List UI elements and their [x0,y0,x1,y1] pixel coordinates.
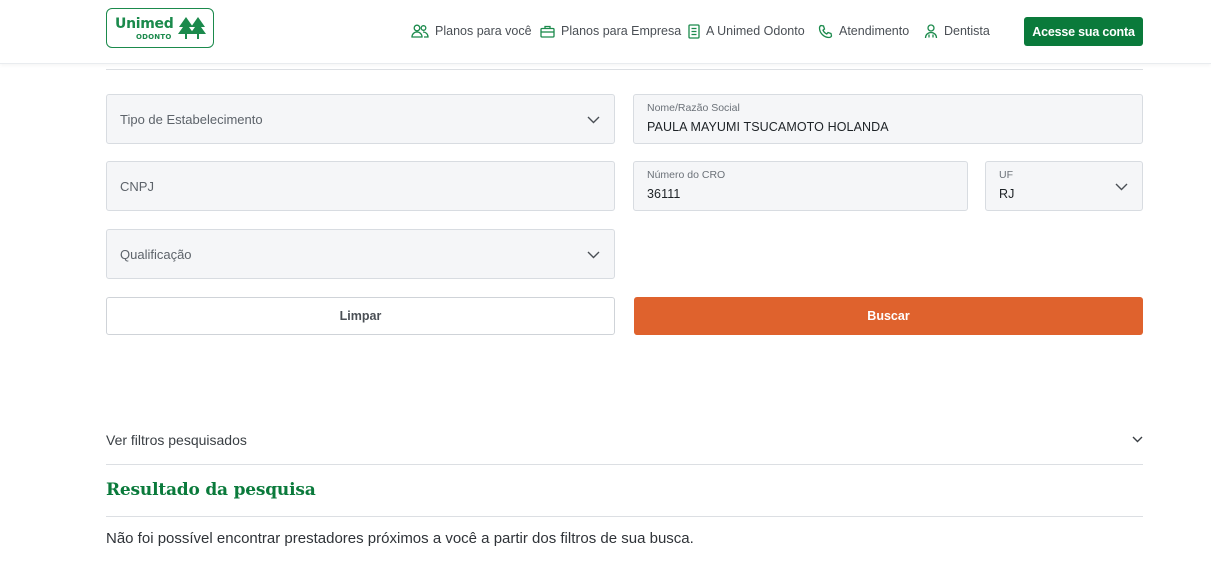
view-filters-label: Ver filtros pesquisados [106,432,247,448]
nav-atendimento[interactable]: Atendimento [818,22,909,40]
view-filters-toggle[interactable]: Ver filtros pesquisados [106,428,1143,452]
establishment-type-placeholder: Tipo de Estabelecimento [120,112,263,127]
site-header: Unimed ODONTO Planos para você Planos pa… [0,0,1211,64]
chevron-down-icon [1115,183,1128,191]
phone-icon [818,24,833,38]
results-title: Resultado da pesquisa [106,480,316,500]
logo-brand-text: Unimed [115,16,174,32]
section-divider [106,516,1143,517]
cnpj-field[interactable]: CNPJ [106,161,615,211]
section-divider [106,464,1143,465]
nav-dentista[interactable]: Dentista [924,22,990,40]
nav-a-unimed-odonto[interactable]: A Unimed Odonto [688,22,805,40]
name-field[interactable]: Nome/Razão Social PAULA MAYUMI TSUCAMOTO… [633,94,1143,144]
nav-label: Atendimento [839,24,910,38]
uf-select[interactable]: UF RJ [985,161,1143,211]
name-field-value: PAULA MAYUMI TSUCAMOTO HOLANDA [647,120,889,134]
cnpj-placeholder: CNPJ [120,179,154,194]
uf-field-value: RJ [999,187,1015,201]
nav-label: A Unimed Odonto [706,24,805,38]
chevron-down-icon [587,251,600,259]
section-divider [106,69,1143,70]
qualification-select[interactable]: Qualificação [106,229,615,279]
dentist-icon [924,23,938,38]
nav-planos-empresa[interactable]: Planos para Empresa [540,22,681,40]
uf-field-label: UF [999,169,1013,181]
establishment-type-select[interactable]: Tipo de Estabelecimento [106,94,615,144]
chevron-down-icon [587,116,600,124]
pine-trees-icon [178,17,206,39]
nav-label: Planos para Empresa [561,24,682,38]
nav-planos-voce[interactable]: Planos para você [411,22,532,40]
cro-number-field[interactable]: Número do CRO 36111 [633,161,968,211]
nav-label: Planos para você [435,24,532,38]
access-account-button[interactable]: Acesse sua conta [1024,17,1143,46]
logo-sub-text: ODONTO [136,33,172,41]
people-icon [411,24,429,38]
briefcase-icon [540,25,555,38]
name-field-label: Nome/Razão Social [647,102,740,114]
no-results-message: Não foi possível encontrar prestadores p… [106,530,694,547]
nav-label: Dentista [944,24,990,38]
cro-field-label: Número do CRO [647,169,726,181]
unimed-odonto-logo[interactable]: Unimed ODONTO [106,8,214,48]
search-button[interactable]: Buscar [634,297,1143,335]
document-icon [688,23,700,39]
chevron-down-icon [1132,436,1143,443]
clear-button[interactable]: Limpar [106,297,615,335]
cro-field-value: 36111 [647,187,681,201]
qualification-placeholder: Qualificação [120,247,192,262]
